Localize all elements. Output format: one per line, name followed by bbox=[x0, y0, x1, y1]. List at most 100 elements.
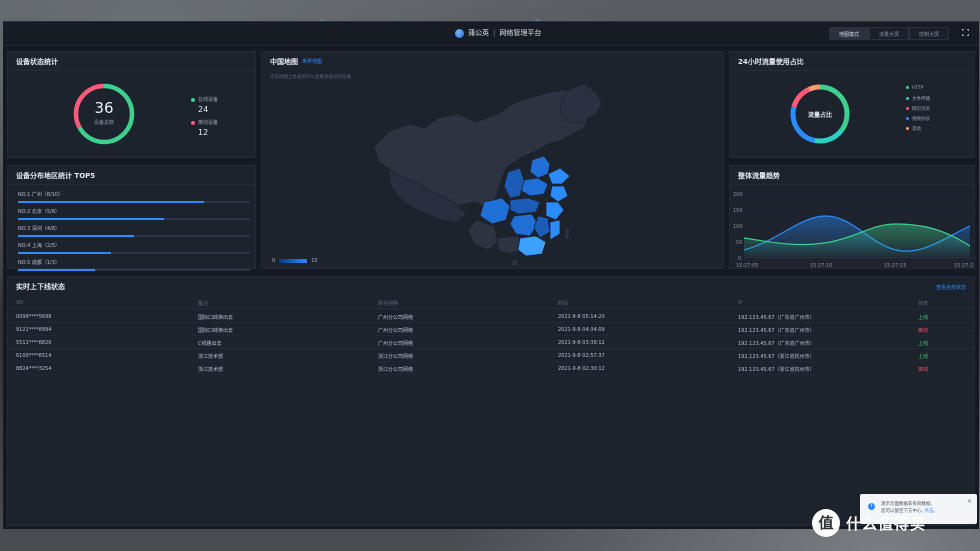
brand-name: 蒲公英 bbox=[468, 29, 489, 37]
map-province-hebei[interactable] bbox=[529, 155, 551, 179]
td-status: 上线 bbox=[918, 341, 929, 347]
td-note: 国际口转换出去 bbox=[198, 328, 234, 334]
online-dot-icon bbox=[191, 97, 195, 102]
product-name: 网络管理平台 bbox=[499, 29, 542, 37]
scale-min: 0 bbox=[272, 258, 276, 264]
th-note: 备注 bbox=[198, 301, 209, 307]
td-ip: 192.123.45.67（浙江省杭州市） bbox=[738, 354, 815, 360]
td-ip: 192.123.45.67（广东省广州市） bbox=[738, 341, 815, 347]
td-ip: 192.123.45.67（广东省广州市） bbox=[738, 328, 815, 334]
china-map-panel: 中国地图 世界地图 点击地图上各省的可以查看该省份的设备 0 10 bbox=[261, 51, 724, 269]
traffic-legend-item: HTTP bbox=[906, 86, 924, 91]
table-row[interactable]: 6100****6514 浙江技术部 浙江分公司网络 2021-9-8 02:57:3… bbox=[8, 349, 974, 362]
traffic-legend-label: 视频协议 bbox=[912, 117, 930, 122]
region-top5-title: 设备分布地区统计 TOP5 bbox=[16, 172, 96, 180]
td-sn: 8824****3254 bbox=[16, 366, 52, 372]
offline-value: 12 bbox=[198, 128, 209, 137]
legend-offline: 离线设备 12 bbox=[191, 119, 218, 137]
map-province-hunan[interactable] bbox=[509, 213, 539, 237]
top5-track bbox=[18, 218, 250, 220]
map-province-fujian[interactable] bbox=[549, 219, 561, 241]
td-time: 2021-9-8 04:34:09 bbox=[558, 327, 605, 333]
traffic-legend-item: 视频协议 bbox=[906, 116, 930, 122]
td-note: C线路出去 bbox=[198, 341, 222, 347]
top5-track bbox=[18, 235, 250, 237]
offline-dot-icon bbox=[191, 120, 195, 125]
status-table-title: 实时上下线状态 bbox=[16, 283, 65, 291]
china-map[interactable] bbox=[262, 52, 725, 270]
table-row[interactable]: 5511****8820 C线路出去 广州分公司网络 2021-9-8 03:39:1… bbox=[8, 336, 974, 349]
table-row[interactable]: 8824****3254 浙江技术部 浙江分公司网络 2021-9-8 02:30:1… bbox=[8, 362, 974, 375]
device-status-panel: 设备状态统计 36 设备总数 在线设备 24 离线设备 12 bbox=[7, 51, 256, 158]
map-province-jiangsu[interactable] bbox=[549, 185, 569, 203]
legend-dot-icon bbox=[906, 97, 909, 100]
x-tick-1: 15:27:10 bbox=[810, 263, 832, 269]
td-time: 2021-9-8 05:14:20 bbox=[558, 314, 605, 320]
traffic-legend-label: 其他 bbox=[912, 127, 921, 132]
legend-dot-icon bbox=[906, 86, 909, 89]
dandelion-logo-icon bbox=[455, 28, 464, 38]
map-province-yunnan[interactable] bbox=[467, 219, 499, 251]
map-province-hubei[interactable] bbox=[509, 197, 541, 215]
legend-dot-icon bbox=[906, 117, 909, 120]
traffic-trend-chart: 200 150 100 50 0 15:27:05 15:27:10 15:27… bbox=[733, 192, 973, 269]
view-all-status-link[interactable]: 查看全部状态 bbox=[936, 284, 966, 291]
th-sn: SN bbox=[16, 300, 23, 306]
ring-center-label: 流量占比 bbox=[807, 112, 832, 119]
th-ip: IP bbox=[738, 300, 743, 306]
top5-label: NO.1 广州（8/10） bbox=[18, 192, 64, 198]
mode-traffic[interactable]: 流量大屏 bbox=[868, 27, 909, 40]
top5-row: NO.3 深圳（4/8） bbox=[18, 225, 250, 237]
map-province-guangdong[interactable] bbox=[517, 235, 547, 257]
map-province-taiwan[interactable] bbox=[563, 227, 571, 241]
traffic-legend-label: 网页浏览 bbox=[912, 107, 930, 112]
map-province-jiangxi[interactable] bbox=[533, 215, 551, 239]
top5-fill bbox=[18, 201, 204, 203]
td-time: 2021-9-8 02:57:37 bbox=[558, 353, 605, 359]
td-network: 广州分公司网络 bbox=[378, 315, 414, 321]
map-province-hainan[interactable] bbox=[511, 259, 519, 267]
td-network: 浙江分公司网络 bbox=[378, 354, 414, 360]
td-status: 离线 bbox=[918, 328, 929, 334]
top5-fill bbox=[18, 252, 111, 254]
td-status: 上线 bbox=[918, 315, 929, 321]
mode-map[interactable]: 地图模式 bbox=[828, 27, 869, 40]
map-province-shaanxi[interactable] bbox=[503, 167, 525, 199]
x-tick-3: 15:27:2 bbox=[954, 263, 973, 269]
td-network: 广州分公司网络 bbox=[378, 341, 414, 347]
map-province-zhejiang[interactable] bbox=[545, 201, 565, 221]
traffic-legend-label: 文件传输 bbox=[912, 97, 930, 102]
brand: 蒲公英 | 网络管理平台 bbox=[455, 28, 541, 38]
close-icon[interactable]: × bbox=[967, 498, 972, 505]
x-tick-0: 15:27:05 bbox=[736, 263, 758, 269]
top5-fill bbox=[18, 235, 134, 237]
th-status: 状态 bbox=[918, 301, 929, 307]
top5-row: NO.1 广州（8/10） bbox=[18, 191, 250, 203]
toast-link[interactable]: 点击。 bbox=[924, 509, 938, 514]
th-network: 所在网络 bbox=[378, 301, 399, 307]
fullscreen-icon[interactable] bbox=[961, 28, 970, 37]
td-sn: 9121****8994 bbox=[16, 327, 52, 333]
td-status: 上线 bbox=[918, 354, 929, 360]
top5-label: NO.2 北京（5/8） bbox=[18, 209, 60, 215]
top5-label: NO.4 上海（2/5） bbox=[18, 243, 60, 249]
watermark-logo: 值 bbox=[812, 509, 840, 537]
top5-fill bbox=[18, 269, 95, 271]
mode-control[interactable]: 控制大屏 bbox=[908, 27, 949, 40]
top5-row: NO.2 北京（5/8） bbox=[18, 208, 250, 220]
y-tick-4: 0 bbox=[738, 256, 741, 262]
device-total-label: 设备总数 bbox=[93, 120, 114, 126]
map-province-sichuan[interactable] bbox=[479, 197, 511, 225]
td-status: 离线 bbox=[918, 367, 929, 373]
top5-fill bbox=[18, 218, 165, 220]
top5-row: NO.5 成都（1/3） bbox=[18, 259, 250, 271]
scale-max: 10 bbox=[311, 258, 318, 264]
top5-label: NO.3 深圳（4/8） bbox=[18, 226, 60, 232]
top5-track bbox=[18, 269, 250, 271]
td-network: 浙江分公司网络 bbox=[378, 367, 414, 373]
y-tick-3: 50 bbox=[736, 240, 742, 246]
map-province-shandong[interactable] bbox=[547, 167, 571, 185]
table-row[interactable]: 0099****5698 国际口转换出去 广州分公司网络 2021-9-8 05:14… bbox=[8, 310, 974, 323]
table-row[interactable]: 9121****8994 国际口转换出去 广州分公司网络 2021-9-8 04:34… bbox=[8, 323, 974, 336]
scale-gradient bbox=[279, 259, 308, 263]
